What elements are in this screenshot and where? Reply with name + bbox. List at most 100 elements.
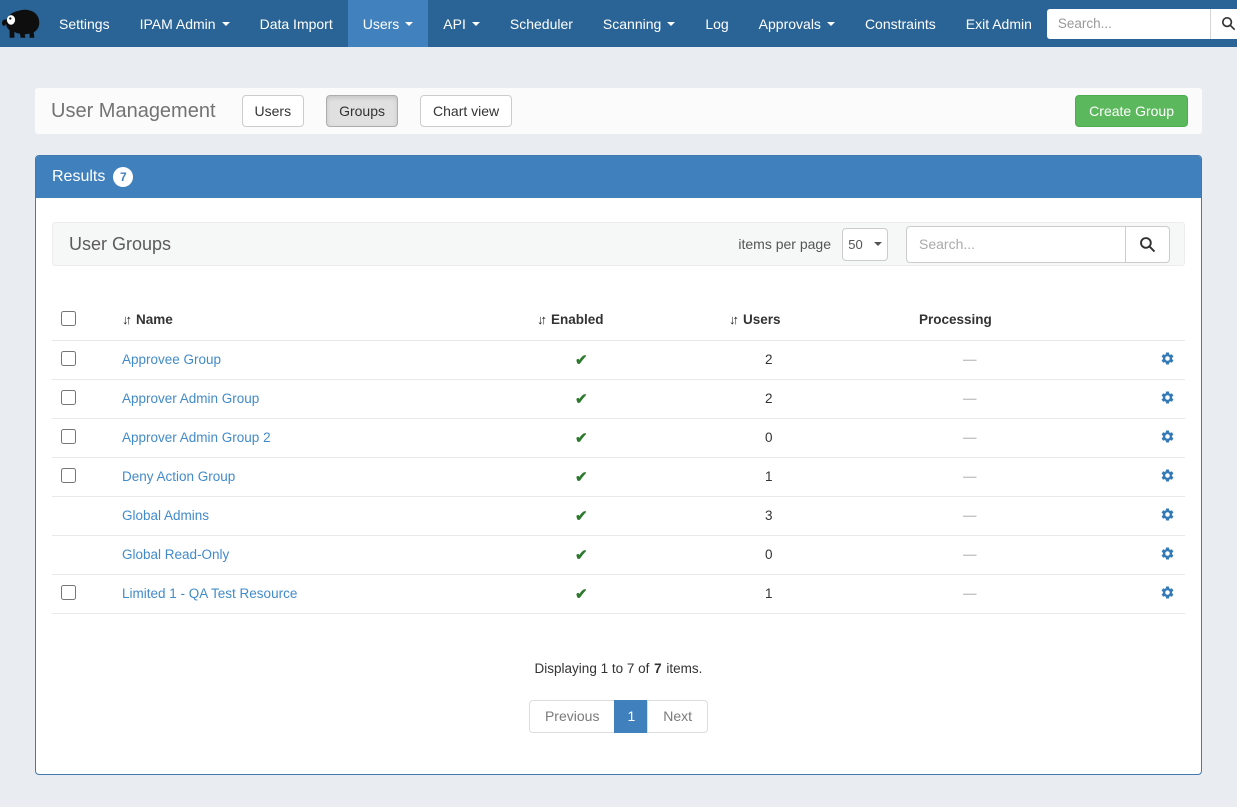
sort-icon[interactable]: ↓↑ <box>729 312 739 327</box>
table-row: Deny Action Group ✔ 1 — <box>52 457 1185 497</box>
nav-item-constraints[interactable]: Constraints <box>850 0 951 47</box>
sort-icon[interactable]: ↓↑ <box>122 312 132 327</box>
row-checkbox-cell <box>52 340 111 380</box>
search-icon <box>1221 16 1236 31</box>
elephant-logo[interactable] <box>0 0 44 47</box>
nav-item-settings[interactable]: Settings <box>44 0 125 47</box>
processing-cell: — <box>912 535 1088 575</box>
nav-item-approvals[interactable]: Approvals <box>744 0 850 47</box>
processing-dash: — <box>963 508 977 523</box>
table-row: Approver Admin Group 2 ✔ 0 — <box>52 418 1185 458</box>
users-count: 1 <box>725 574 912 614</box>
tab-groups[interactable]: Groups <box>326 95 399 127</box>
row-settings-button[interactable] <box>1160 546 1175 561</box>
group-name-cell: Global Admins <box>111 496 529 536</box>
row-settings-button[interactable] <box>1160 468 1175 483</box>
gear-icon[interactable] <box>1160 468 1175 483</box>
nav-item-log[interactable]: Log <box>690 0 743 47</box>
users-count: 2 <box>725 340 912 380</box>
table-search-button[interactable] <box>1125 225 1170 263</box>
pagination-previous[interactable]: Previous <box>528 699 616 733</box>
row-checkbox[interactable] <box>61 467 76 483</box>
row-settings-button[interactable] <box>1160 390 1175 405</box>
gear-icon[interactable] <box>1160 546 1175 561</box>
results-count-badge: 7 <box>113 167 134 187</box>
chevron-down-icon <box>873 242 882 246</box>
enabled-check-icon: ✔ <box>575 507 588 525</box>
gear-icon[interactable] <box>1160 429 1175 444</box>
select-all-checkbox[interactable] <box>61 310 76 326</box>
row-checkbox-cell <box>52 457 111 497</box>
table-row: Global Read-Only ✔ 0 — <box>52 535 1185 575</box>
row-settings-button[interactable] <box>1160 585 1175 600</box>
enabled-check-icon: ✔ <box>575 468 588 486</box>
row-checkbox[interactable] <box>61 428 76 444</box>
column-label-users[interactable]: Users <box>743 312 781 327</box>
row-checkbox[interactable] <box>61 389 76 405</box>
pagination-next[interactable]: Next <box>647 699 709 733</box>
tab-users[interactable]: Users <box>241 95 305 127</box>
items-per-page-select[interactable]: 50 <box>842 227 888 261</box>
groups-table: ↓↑ Name ↓↑ Enabled ↓↑ Users Processing Approve… <box>52 300 1185 614</box>
group-link-approvee-group[interactable]: Approvee Group <box>122 352 221 367</box>
group-link-deny-action-group[interactable]: Deny Action Group <box>122 469 235 484</box>
group-link-global-read-only[interactable]: Global Read-Only <box>122 547 229 562</box>
nav-item-exit-admin[interactable]: Exit Admin <box>951 0 1047 47</box>
gear-icon[interactable] <box>1160 351 1175 366</box>
nav-item-scheduler[interactable]: Scheduler <box>495 0 588 47</box>
enabled-cell: ✔ <box>529 535 725 575</box>
page-title: User Management <box>51 99 216 122</box>
processing-cell: — <box>912 340 1088 380</box>
group-link-limited-1-qa-test-resource[interactable]: Limited 1 - QA Test Resource <box>122 586 297 601</box>
column-header-actions <box>1088 300 1185 341</box>
nav-item-scanning[interactable]: Scanning <box>588 0 690 47</box>
users-count: 2 <box>725 379 912 419</box>
processing-cell: — <box>912 574 1088 614</box>
table-title: User Groups <box>69 233 172 254</box>
gear-icon[interactable] <box>1160 390 1175 405</box>
column-label-enabled[interactable]: Enabled <box>551 312 604 327</box>
row-settings-button[interactable] <box>1160 507 1175 522</box>
processing-cell: — <box>912 418 1088 458</box>
actions-cell <box>1088 496 1185 536</box>
nav-item-ipam-admin[interactable]: IPAM Admin <box>125 0 245 47</box>
processing-dash: — <box>963 469 977 484</box>
items-per-page-label: items per page <box>738 236 831 252</box>
chevron-down-icon <box>221 21 230 26</box>
create-group-button[interactable]: Create Group <box>1075 95 1188 127</box>
pagination-page-1[interactable]: 1 <box>614 699 649 733</box>
nav-menu: Settings IPAM Admin Data Import Users API Sch… <box>44 0 1047 47</box>
row-settings-button[interactable] <box>1160 351 1175 366</box>
navbar-search-input[interactable] <box>1046 8 1210 39</box>
enabled-cell: ✔ <box>529 574 725 614</box>
group-name-cell: Approver Admin Group 2 <box>111 418 529 458</box>
top-navbar: Settings IPAM Admin Data Import Users API Sch… <box>0 0 1237 47</box>
column-label-name[interactable]: Name <box>136 312 173 327</box>
table-search-input[interactable] <box>906 225 1125 263</box>
nav-item-data-import[interactable]: Data Import <box>245 0 348 47</box>
summary-total: 7 <box>654 660 662 676</box>
actions-cell <box>1088 379 1185 419</box>
summary-suffix: items. <box>666 660 703 676</box>
row-checkbox[interactable] <box>61 584 76 600</box>
enabled-check-icon: ✔ <box>575 351 588 369</box>
page-content: User Management Users Groups Chart view Cr… <box>0 88 1237 775</box>
gear-icon[interactable] <box>1160 507 1175 522</box>
row-settings-button[interactable] <box>1160 429 1175 444</box>
group-name-cell: Limited 1 - QA Test Resource <box>111 574 529 614</box>
nav-item-users[interactable]: Users <box>347 0 429 47</box>
group-link-approver-admin-group-2[interactable]: Approver Admin Group 2 <box>122 430 271 445</box>
search-icon <box>1140 236 1156 252</box>
group-link-global-admins[interactable]: Global Admins <box>122 508 209 523</box>
sort-icon[interactable]: ↓↑ <box>537 312 547 327</box>
nav-item-api[interactable]: API <box>428 0 495 47</box>
enabled-cell: ✔ <box>529 457 725 497</box>
tab-chart-view[interactable]: Chart view <box>420 95 513 127</box>
navbar-search-button[interactable] <box>1209 8 1237 39</box>
results-panel-body: User Groups items per page 50 Search... … <box>36 198 1201 774</box>
group-link-approver-admin-group[interactable]: Approver Admin Group <box>122 391 259 406</box>
processing-dash: — <box>963 586 977 601</box>
row-checkbox[interactable] <box>61 350 76 366</box>
gear-icon[interactable] <box>1160 585 1175 600</box>
results-panel-heading: Results 7 <box>36 156 1201 198</box>
